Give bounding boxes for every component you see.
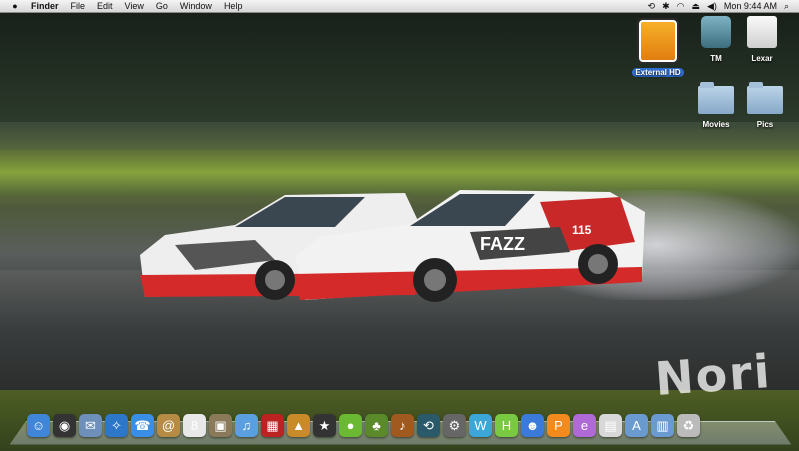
dock: ☺ ◉ ✉ ✧ ☎ @8 ▣ ♫ ▦ ▲ ★ ● ♣ ♪ ⟲ ⚙ W H ☻ Pe ▤ A ▥ ♻ (27, 414, 700, 437)
time-machine-icon[interactable]: ⟲ (417, 414, 440, 437)
dock-icon-glyph: ✧ (111, 417, 122, 433)
dock-icon-glyph: @ (161, 418, 176, 433)
pineapple-app-icon[interactable]: ♣ (365, 414, 388, 437)
ical-icon[interactable]: 8 (183, 414, 206, 437)
dock-icon-glyph: ★ (318, 417, 331, 433)
safari-icon[interactable]: ✧ (105, 414, 128, 437)
wallpaper-watermark: Nori (653, 344, 774, 406)
menu-clock[interactable]: Mon 9:44 AM (724, 0, 777, 12)
desktop-icon-label: Movies (702, 120, 730, 129)
dock-icon-glyph: P (554, 418, 563, 433)
dock-icon-glyph: ☺ (31, 418, 46, 433)
menu-bar: ● Finder File Edit View Go Window Help ⟲… (0, 0, 799, 13)
iphoto-icon[interactable]: ▲ (287, 414, 310, 437)
dock-icon-glyph: ♣ (372, 418, 381, 433)
dock-icon-glyph: ✉ (85, 417, 96, 433)
usb-drive-icon (639, 20, 677, 62)
volume-status-icon[interactable]: ◀) (707, 0, 717, 12)
menu-go[interactable]: Go (150, 0, 174, 12)
system-preferences-icon[interactable]: ⚙ (443, 414, 466, 437)
eject-status-icon[interactable]: ⏏ (691, 0, 700, 12)
itunes-icon[interactable]: ♫ (235, 414, 258, 437)
menu-help[interactable]: Help (218, 0, 249, 12)
wifi-status-icon[interactable]: ◠ (677, 0, 685, 12)
apple-menu-icon[interactable]: ● (9, 1, 21, 11)
desktop-icon-pics[interactable]: Pics (735, 82, 795, 132)
dock-icon-glyph: ♫ (241, 418, 252, 433)
menu-file[interactable]: File (65, 0, 92, 12)
desktop-icon-lexar[interactable]: Lexar (732, 16, 792, 66)
dock-icon-glyph: ● (346, 418, 355, 433)
trash-icon[interactable]: ♻ (677, 414, 700, 437)
dock-icon-glyph: ▣ (214, 417, 227, 433)
desktop-icon-label: Pics (756, 120, 774, 129)
people-icon[interactable]: ☻ (521, 414, 544, 437)
time-machine-drive-icon (701, 16, 731, 48)
dock-icon-glyph: ♻ (682, 417, 695, 433)
letter-w-icon[interactable]: W (469, 414, 492, 437)
dock-icon-glyph: ▥ (656, 417, 669, 433)
menu-window[interactable]: Window (174, 0, 218, 12)
dock-icon-glyph: H (501, 418, 512, 433)
bluetooth-status-icon[interactable]: ✱ (662, 0, 670, 12)
removable-drive-icon (747, 16, 777, 48)
letter-p-icon[interactable]: P (547, 414, 570, 437)
dock-icon-glyph: ☻ (525, 418, 540, 433)
folder-icon (698, 82, 734, 114)
car-sponsor-text: FAZZ (480, 234, 525, 254)
menu-view[interactable]: View (119, 0, 150, 12)
dock-icon-glyph: ⟲ (423, 417, 434, 433)
dock-icon-glyph: A (632, 418, 641, 433)
desktop-icon-label: External HD (632, 68, 684, 77)
green-circle-app-icon[interactable]: ● (339, 414, 362, 437)
desktop-icon-label: TM (710, 54, 722, 63)
car-number-text: 115 (572, 223, 592, 237)
finder-icon[interactable]: ☺ (27, 414, 50, 437)
menu-finder[interactable]: Finder (21, 0, 65, 12)
dock-icon-glyph: ▤ (604, 417, 617, 433)
dock-icon-glyph: e (580, 418, 589, 433)
dock-icon-glyph: ⚙ (448, 417, 461, 433)
preview-icon[interactable]: ▣ (209, 414, 232, 437)
letter-h-icon[interactable]: H (495, 414, 518, 437)
dock-icon-glyph: 8 (190, 418, 199, 433)
documents-folder-icon[interactable]: ▥ (651, 414, 674, 437)
dock-icon-glyph: ♪ (399, 418, 406, 433)
dock-icon-glyph: ▲ (292, 418, 305, 433)
dock-icon-glyph: ▦ (266, 417, 279, 433)
menu-edit[interactable]: Edit (91, 0, 119, 12)
desktop[interactable]: FAZZ 115 Nori ● Finder File Edit View Go… (0, 0, 799, 451)
dock-icon-glyph: W (474, 418, 487, 433)
applications-folder-icon[interactable]: A (625, 414, 648, 437)
dock-icon-glyph: ◉ (58, 417, 71, 433)
spotlight-icon[interactable]: ⌕ (784, 0, 789, 12)
address-book-icon[interactable]: @ (157, 414, 180, 437)
garageband-icon[interactable]: ♪ (391, 414, 414, 437)
desktop-icon-label: Lexar (751, 54, 773, 63)
desktop-icon-external-hd[interactable]: External HD (628, 20, 688, 80)
mail-stamp-icon[interactable]: ✉ (79, 414, 102, 437)
star-app-icon[interactable]: ★ (313, 414, 336, 437)
letter-e-icon[interactable]: e (573, 414, 596, 437)
dock-icon-glyph: ☎ (134, 417, 151, 433)
ichat-icon[interactable]: ☎ (131, 414, 154, 437)
folder-icon (747, 82, 783, 114)
photo-booth-icon[interactable]: ▦ (261, 414, 284, 437)
spreadsheet-icon[interactable]: ▤ (599, 414, 622, 437)
dashboard-icon[interactable]: ◉ (53, 414, 76, 437)
front-drift-car: FAZZ 115 (295, 190, 645, 302)
time-machine-status-icon[interactable]: ⟲ (648, 0, 656, 12)
